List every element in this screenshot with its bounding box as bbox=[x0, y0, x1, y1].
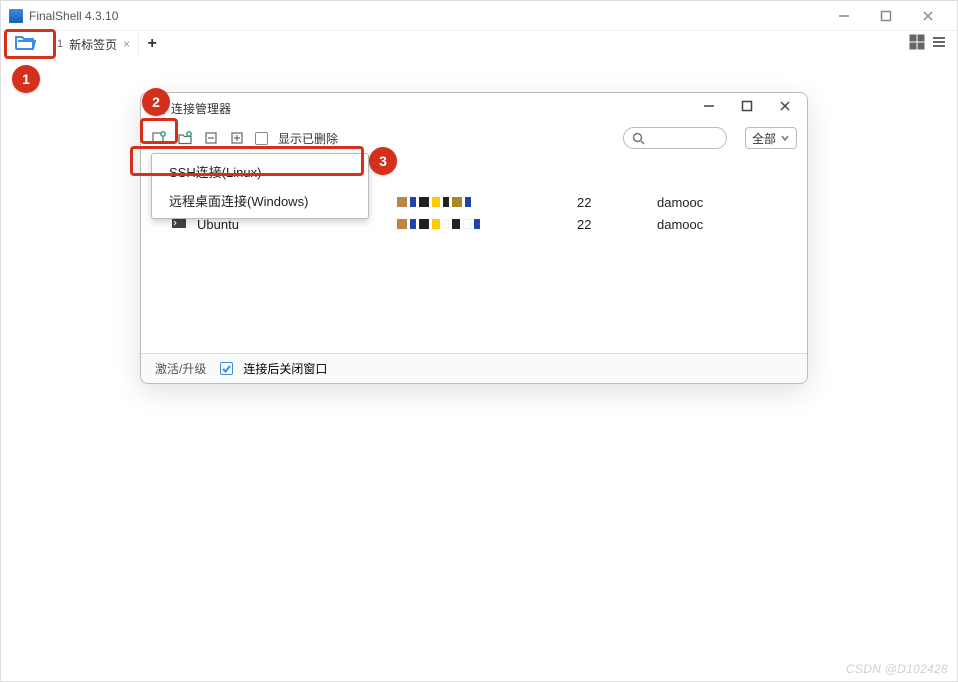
maximize-button[interactable] bbox=[877, 7, 895, 25]
close-on-connect-label: 连接后关闭窗口 bbox=[243, 360, 327, 377]
main-titlebar: FinalShell 4.3.10 bbox=[1, 1, 957, 31]
window-controls bbox=[835, 7, 949, 25]
menu-icon[interactable] bbox=[931, 34, 947, 55]
new-folder-button[interactable] bbox=[177, 130, 193, 146]
add-tab-button[interactable]: + bbox=[139, 35, 165, 53]
close-button[interactable] bbox=[919, 7, 937, 25]
watermark: CSDN @D102428 bbox=[846, 662, 948, 676]
chevron-down-icon bbox=[780, 133, 790, 143]
dialog-minimize-button[interactable] bbox=[703, 99, 715, 117]
annotation-badge-1: 1 bbox=[12, 65, 40, 93]
show-deleted-checkbox[interactable] bbox=[255, 132, 268, 145]
expand-button[interactable] bbox=[229, 130, 245, 146]
dialog-toolbar: 显示已删除 全部 bbox=[141, 123, 807, 153]
menu-item-ssh[interactable]: SSH连接(Linux) bbox=[155, 157, 365, 186]
annotation-badge-2: 2 bbox=[142, 88, 170, 116]
row-port: 22 bbox=[577, 195, 657, 210]
menu-item-rdp[interactable]: 远程桌面连接(Windows) bbox=[155, 186, 365, 215]
dialog-maximize-button[interactable] bbox=[741, 99, 753, 117]
open-connection-manager-button[interactable] bbox=[1, 31, 49, 57]
row-user: damooc bbox=[657, 217, 703, 232]
collapse-button[interactable] bbox=[203, 130, 219, 146]
tab-new[interactable]: 1 新标签页 × bbox=[49, 32, 139, 56]
tab-index: 1 bbox=[57, 38, 63, 50]
window-title: FinalShell 4.3.10 bbox=[29, 9, 835, 23]
new-connection-menu: SSH连接(Linux) 远程桌面连接(Windows) bbox=[151, 153, 369, 219]
row-host bbox=[397, 197, 577, 207]
dialog-close-button[interactable] bbox=[779, 99, 791, 117]
terminal-icon bbox=[171, 217, 191, 231]
tab-label: 新标签页 bbox=[69, 36, 117, 53]
filter-label: 全部 bbox=[752, 130, 776, 147]
new-connection-button[interactable] bbox=[151, 130, 167, 146]
upgrade-link[interactable]: 激活/升级 bbox=[151, 358, 210, 379]
row-user: damooc bbox=[657, 195, 703, 210]
dialog-footer: 激活/升级 连接后关闭窗口 bbox=[141, 353, 807, 383]
show-deleted-label: 显示已删除 bbox=[278, 130, 338, 147]
close-on-connect-checkbox[interactable] bbox=[220, 362, 233, 375]
dialog-title: 连接管理器 bbox=[171, 100, 703, 117]
search-icon bbox=[632, 132, 645, 145]
annotation-badge-3: 3 bbox=[369, 147, 397, 175]
row-port: 22 bbox=[577, 217, 657, 232]
dialog-body: 22 damooc Ubuntu 22 damooc SSH连接(Linux) … bbox=[141, 153, 807, 353]
row-host bbox=[397, 219, 577, 229]
connection-manager-dialog: 连接管理器 显示已删除 全部 bbox=[140, 92, 808, 384]
folder-open-icon bbox=[14, 33, 36, 56]
tabbar-right bbox=[909, 34, 957, 55]
dialog-titlebar: 连接管理器 bbox=[141, 93, 807, 123]
search-input[interactable] bbox=[623, 127, 727, 149]
tab-close-icon[interactable]: × bbox=[123, 37, 130, 51]
minimize-button[interactable] bbox=[835, 7, 853, 25]
tab-bar: 1 新标签页 × + bbox=[1, 31, 957, 57]
grid-view-icon[interactable] bbox=[909, 34, 925, 55]
app-icon bbox=[9, 9, 23, 23]
filter-dropdown[interactable]: 全部 bbox=[745, 127, 797, 149]
